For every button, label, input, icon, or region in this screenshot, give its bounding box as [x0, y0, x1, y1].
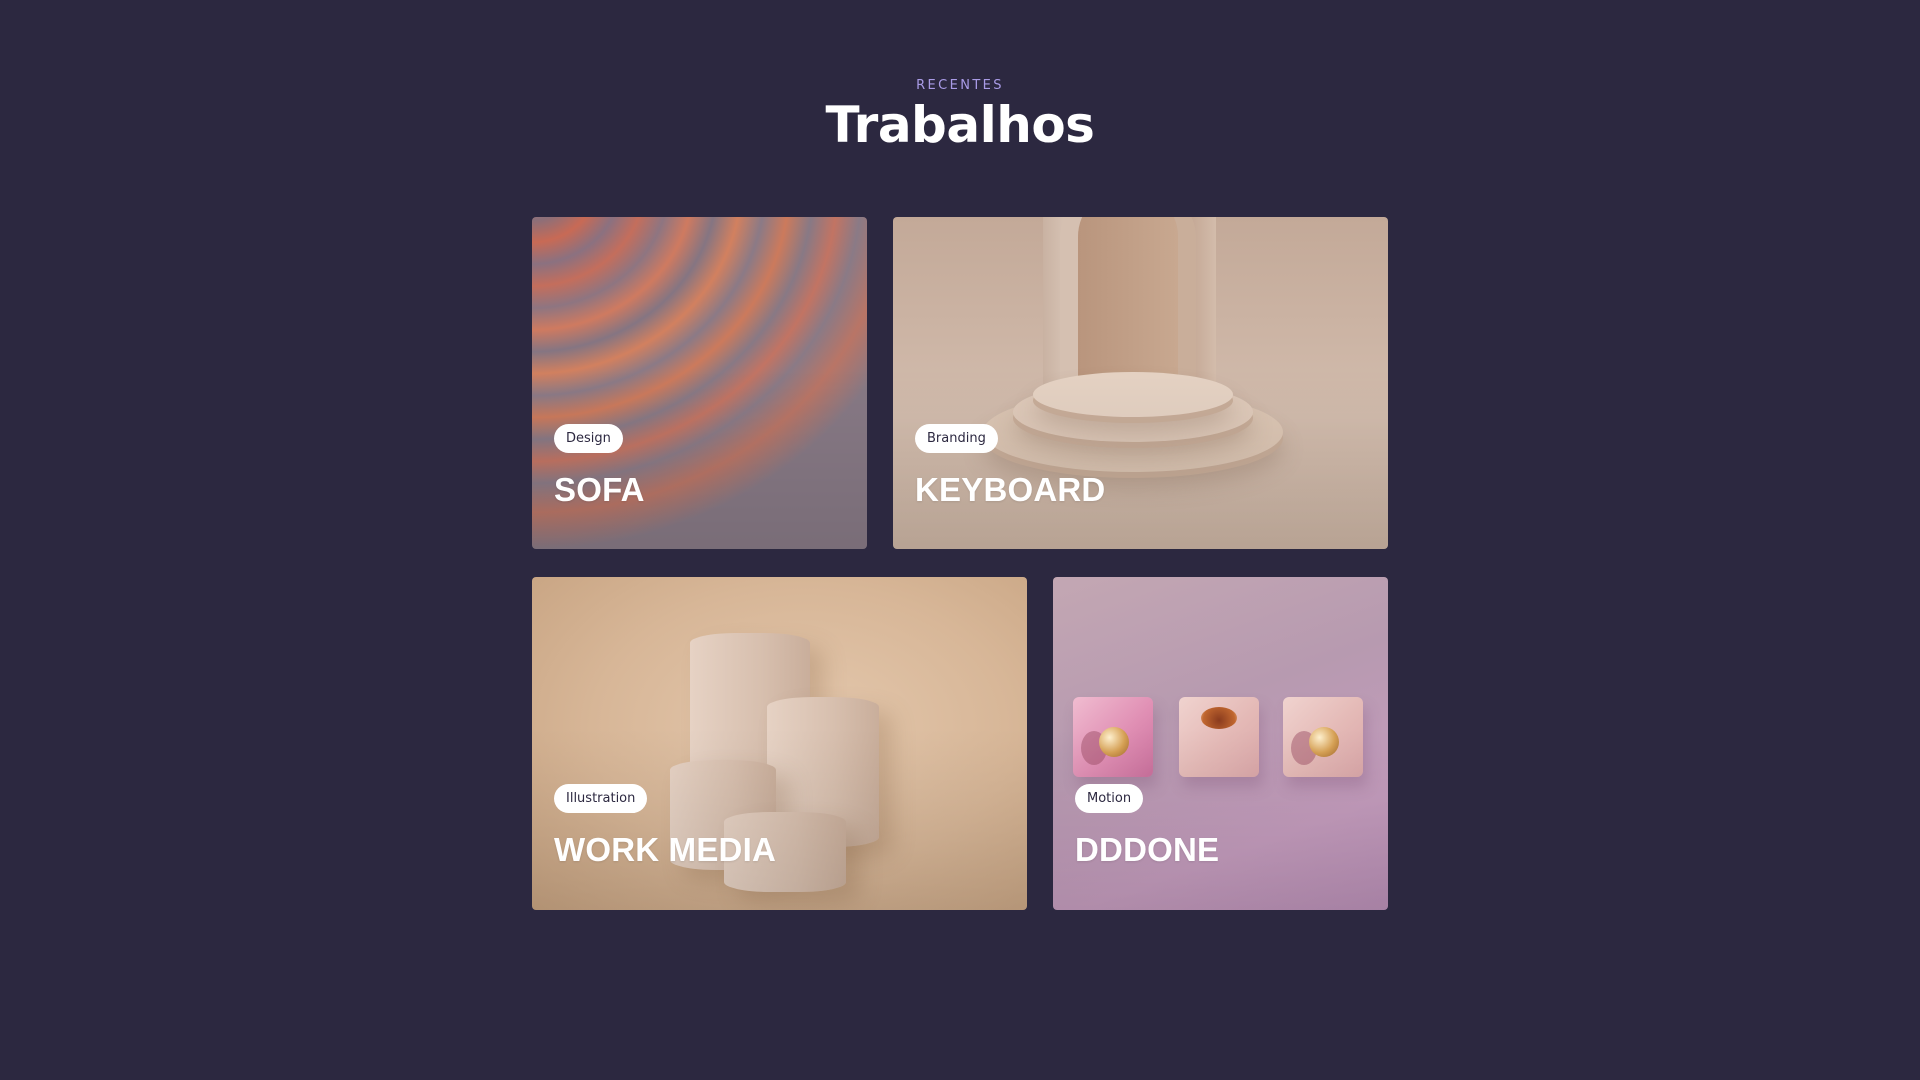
- works-section: RECENTES Trabalhos Design SOFA Branding …: [0, 0, 1920, 1080]
- project-tag: Illustration: [554, 784, 648, 813]
- project-card-work-media[interactable]: Illustration WORK MEDIA: [532, 577, 1027, 910]
- project-tag: Design: [554, 424, 623, 453]
- project-card-sofa[interactable]: Design SOFA: [532, 217, 867, 549]
- project-title: DDDONE: [1075, 831, 1220, 868]
- project-title: WORK MEDIA: [554, 831, 776, 868]
- section-title: Trabalhos: [825, 96, 1095, 154]
- project-title: KEYBOARD: [915, 471, 1106, 508]
- project-card-keyboard[interactable]: Branding KEYBOARD: [893, 217, 1388, 549]
- section-eyebrow: RECENTES: [916, 78, 1004, 93]
- project-card-dddone[interactable]: Motion DDDONE: [1053, 577, 1388, 910]
- project-title: SOFA: [554, 471, 645, 508]
- project-tag: Branding: [915, 424, 998, 453]
- project-tag: Motion: [1075, 784, 1144, 813]
